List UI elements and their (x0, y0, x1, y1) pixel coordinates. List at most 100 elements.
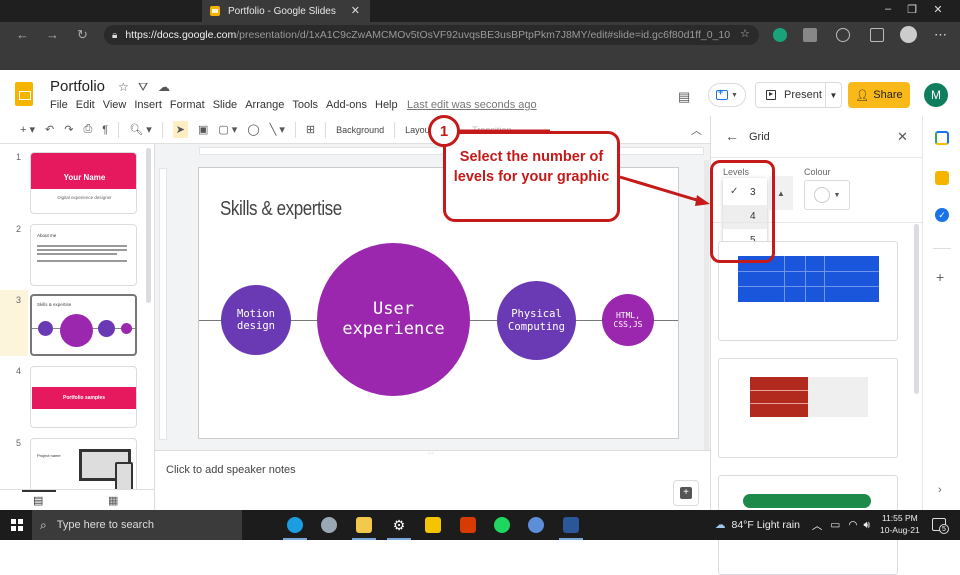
vertical-ruler[interactable] (159, 168, 167, 440)
account-avatar[interactable]: M (924, 83, 948, 107)
select-cursor-icon[interactable]: ➤ (172, 121, 188, 138)
explore-button[interactable]: + (673, 480, 699, 506)
filmstrip-scrollbar[interactable] (146, 148, 151, 303)
last-edit-link[interactable]: Last edit was seconds ago (407, 99, 537, 111)
url-field[interactable]: 🔒︎ https:// docs.google.com /presentatio… (104, 25, 759, 45)
print-icon[interactable]: ⎙ (83, 123, 92, 136)
extension-icon[interactable] (803, 28, 817, 42)
more-options-icon[interactable]: ⋯ (934, 27, 947, 43)
skill-bubble-motion-design[interactable]: Motion design (221, 285, 291, 355)
collections-icon[interactable] (870, 28, 884, 42)
grid-template-red-arrows[interactable] (718, 358, 898, 458)
forward-arrow-icon[interactable]: → (46, 27, 59, 42)
back-arrow-icon[interactable]: ← (725, 128, 739, 144)
cloud-saved-icon[interactable]: ☁ (158, 80, 170, 94)
grid-view-icon[interactable]: ▦ (108, 494, 118, 507)
windows-start-icon[interactable] (11, 519, 23, 531)
spotify-icon[interactable] (494, 517, 510, 533)
slide-thumbnail-5[interactable]: Project name (30, 438, 137, 489)
keep-icon[interactable] (935, 171, 949, 185)
slides-logo-icon[interactable] (15, 82, 33, 106)
profile-avatar-icon[interactable] (900, 26, 917, 43)
share-button[interactable]: 👤︎ Share (848, 82, 910, 108)
edge-browser-icon[interactable] (287, 517, 303, 533)
tasks-icon[interactable]: ✓ (935, 208, 949, 222)
skill-bubble-user-experience[interactable]: User experience (317, 243, 470, 396)
menu-format[interactable]: Format (170, 99, 205, 111)
app-icon[interactable] (528, 517, 544, 533)
collapse-toolbar-icon[interactable]: ︿ (691, 122, 702, 138)
redo-icon[interactable]: ↷ (64, 123, 73, 136)
paint-app-icon[interactable] (321, 517, 337, 533)
menu-view[interactable]: View (103, 99, 127, 111)
sticky-notes-icon[interactable] (425, 517, 441, 533)
file-explorer-icon[interactable] (356, 517, 372, 533)
paint-format-icon[interactable]: ¶ (102, 124, 108, 136)
colour-select[interactable]: ▼ (804, 180, 850, 210)
slide-thumbnail-1[interactable]: Your Name Digital experience designer (30, 152, 137, 214)
notes-resize-handle[interactable]: ··· (427, 450, 434, 457)
panel-scrollbar[interactable] (914, 224, 919, 394)
notification-center-icon[interactable]: 5 (932, 518, 949, 534)
present-button[interactable]: Present ▼ (755, 82, 842, 108)
slide-thumbnail-4[interactable]: Portfolio samples (30, 366, 137, 428)
favorite-star-icon[interactable]: ☆ (740, 27, 750, 40)
menu-insert[interactable]: Insert (134, 99, 162, 111)
expand-panel-icon[interactable]: › (938, 484, 942, 496)
speaker-notes[interactable]: ··· Click to add speaker notes + (155, 450, 710, 510)
text-box-icon[interactable]: ▣ (198, 123, 208, 136)
word-icon[interactable] (563, 517, 579, 533)
menu-edit[interactable]: Edit (76, 99, 95, 111)
skill-bubble-html-css-js[interactable]: HTML, CSS,JS (602, 294, 654, 346)
image-icon[interactable]: ▢ ▾ (218, 123, 237, 136)
window-close-button[interactable]: ✕ (926, 3, 950, 16)
comment-history-icon[interactable]: ▤ (678, 89, 690, 105)
menu-tools[interactable]: Tools (292, 99, 318, 111)
menu-addons[interactable]: Add-ons (326, 99, 367, 111)
zoom-icon[interactable]: 🔍︎ ▾ (129, 123, 152, 136)
taskbar-search[interactable]: ⌕ Type here to search (32, 510, 242, 540)
shape-icon[interactable]: ◯ (247, 123, 259, 136)
canvas-scrollbar[interactable] (704, 160, 709, 450)
restore-button[interactable]: ❐ (900, 3, 924, 16)
back-arrow-icon[interactable]: ← (16, 27, 29, 42)
slide-title[interactable]: Skills & expertise (220, 198, 342, 221)
browser-tab[interactable]: Portfolio - Google Slides ✕ (202, 0, 370, 22)
background-button[interactable]: Background (336, 125, 384, 135)
calendar-icon[interactable] (935, 131, 949, 145)
present-dropdown-icon[interactable]: ▼ (825, 83, 841, 107)
clock[interactable]: 11:55 PM 10-Aug-21 (880, 513, 920, 537)
comment-add-icon[interactable]: ⊞ (306, 123, 315, 136)
volume-icon[interactable]: 🔊︎ (864, 519, 871, 532)
line-icon[interactable]: ╲ ▾ (270, 123, 285, 136)
slide-thumbnail-3[interactable]: Skills & expertise (30, 294, 137, 356)
meet-button[interactable]: ▼ (708, 83, 746, 107)
settings-gear-icon[interactable]: ⚙ (391, 517, 407, 533)
wifi-icon[interactable]: ◠ (848, 519, 857, 531)
star-icon[interactable]: ☆ (118, 80, 129, 94)
weather-text[interactable]: 84°F Light rain (732, 519, 800, 531)
menu-file[interactable]: File (50, 99, 68, 111)
filmstrip-view-icon[interactable]: ▤ (33, 494, 43, 507)
menu-slide[interactable]: Slide (213, 99, 237, 111)
office-icon[interactable] (460, 517, 476, 533)
menu-help[interactable]: Help (375, 99, 398, 111)
new-slide-icon[interactable]: + ▾ (20, 123, 35, 136)
slide-thumbnail-2[interactable]: About me (30, 224, 137, 286)
menu-arrange[interactable]: Arrange (245, 99, 284, 111)
grammarly-extension-icon[interactable] (773, 28, 787, 42)
undo-icon[interactable]: ↶ (45, 123, 54, 136)
move-to-drive-icon[interactable]: ⛛ (138, 80, 148, 95)
show-hidden-icons[interactable]: ︿ (812, 518, 823, 533)
weather-cloud-icon[interactable]: ☁ (715, 519, 726, 531)
add-addon-icon[interactable]: + (936, 269, 944, 285)
reload-icon[interactable]: ↻ (77, 27, 88, 43)
skill-bubble-physical-computing[interactable]: Physical Computing (497, 281, 576, 360)
speaker-notes-placeholder[interactable]: Click to add speaker notes (166, 464, 296, 476)
document-title[interactable]: Portfolio (50, 78, 105, 95)
minimize-button[interactable]: – (876, 3, 900, 15)
battery-icon[interactable]: ▭ (830, 519, 840, 531)
panel-close-icon[interactable]: ✕ (897, 129, 908, 145)
tab-close-icon[interactable]: ✕ (351, 4, 360, 17)
refresh-extension-icon[interactable] (836, 28, 850, 42)
